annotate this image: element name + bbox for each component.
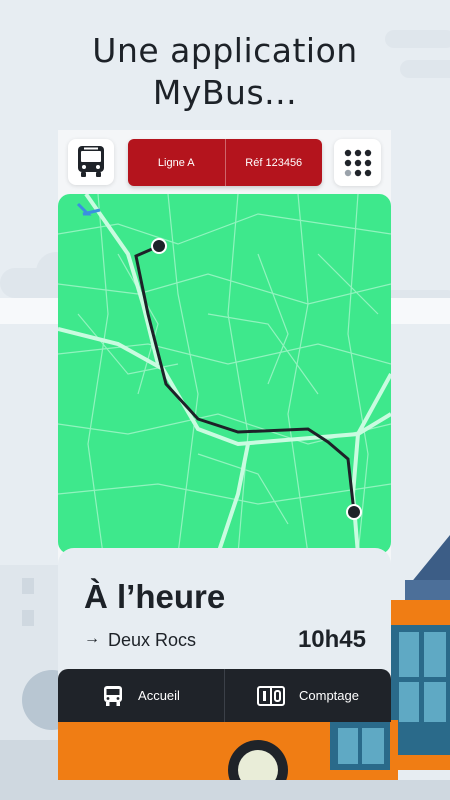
route-map[interactable]: [58, 194, 391, 554]
route-start-marker[interactable]: [151, 238, 167, 254]
line-label[interactable]: Ligne A: [128, 139, 225, 186]
status-title: À l’heure: [84, 578, 226, 615]
phone-screen: Ligne A Réf 123456 À l’heure → Deux Rocs…: [58, 130, 391, 722]
ref-label[interactable]: Réf 123456: [224, 139, 323, 186]
bus-logo-button[interactable]: [68, 139, 114, 185]
headline: Une application MyBus...: [0, 30, 450, 114]
headline-line-1: Une application: [92, 31, 358, 70]
bus-icon: [102, 685, 124, 707]
map-streets: [58, 194, 391, 554]
bus-icon: [78, 146, 104, 177]
arrival-time: 10h45: [297, 626, 366, 653]
line-selector[interactable]: Ligne A Réf 123456: [128, 139, 322, 186]
top-bar: Ligne A Réf 123456: [58, 130, 391, 192]
next-stop-name: Deux Rocs: [108, 630, 197, 650]
nav-count-label: Comptage: [299, 688, 359, 703]
nav-count-button[interactable]: Comptage: [224, 669, 391, 722]
route-end-marker[interactable]: [346, 504, 362, 520]
next-stop-row: → Deux Rocs 10h45: [84, 626, 366, 654]
bottom-nav: Accueil Comptage: [58, 669, 391, 722]
nav-home-button[interactable]: Accueil: [58, 669, 224, 722]
counter-icon: [257, 685, 285, 706]
grid-dots-icon: [344, 149, 371, 176]
nav-home-label: Accueil: [138, 688, 180, 703]
arrow-right-icon: →: [84, 630, 100, 647]
menu-button[interactable]: [334, 139, 381, 186]
headline-line-2: MyBus...: [152, 73, 298, 112]
